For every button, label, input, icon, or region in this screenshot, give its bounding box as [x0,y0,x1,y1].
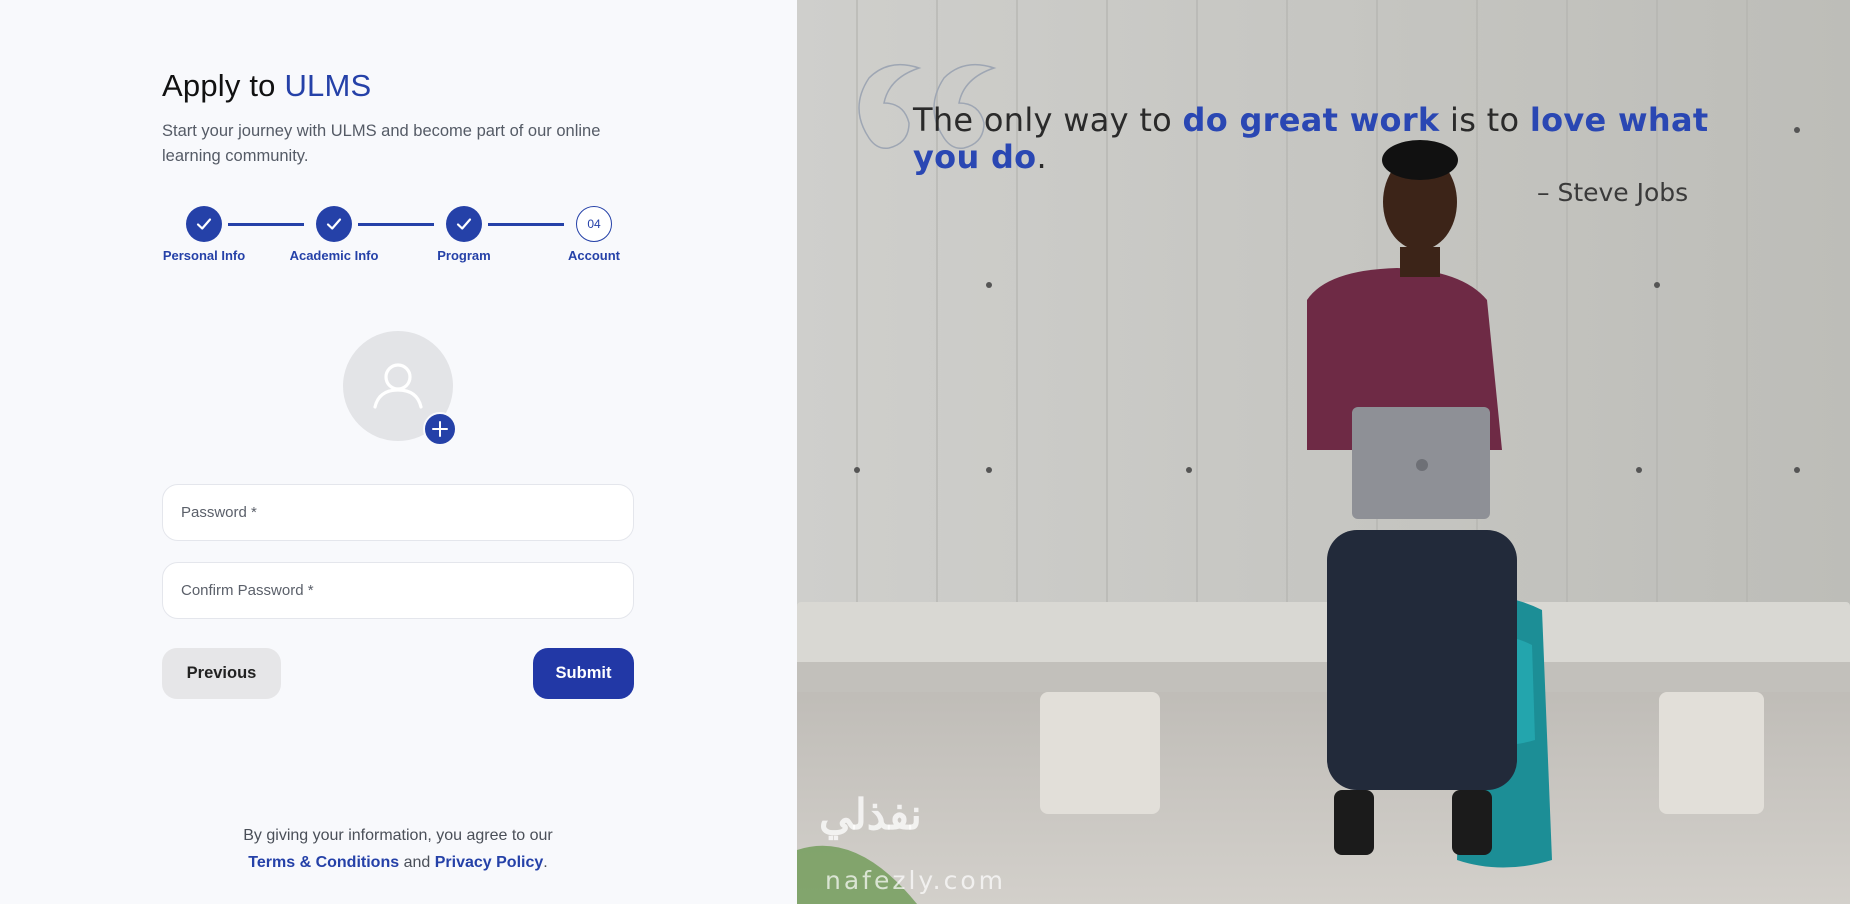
page-title: Apply to ULMS [162,68,371,104]
quote-emphasis-1: do great work [1182,101,1440,139]
consent-text: By giving your information, you agree to… [243,827,553,844]
application-panel: Apply to ULMS Start your journey with UL… [0,0,797,904]
title-prefix: Apply to [162,68,276,103]
hero-image-panel: The only way to do great work is to love… [797,0,1850,904]
hero-quote: The only way to do great work is to love… [913,102,1713,176]
confirm-password-field[interactable] [162,562,634,619]
step-label-personal-info: Personal Info [162,248,246,263]
progress-stepper: 04 Personal Info Academic Info Program A… [162,205,632,265]
watermark-url: nafezly.com [825,866,1006,895]
step-academic-info-check [316,206,352,242]
upload-photo-button[interactable] [423,412,457,446]
previous-button[interactable]: Previous [162,648,281,699]
title-brand: ULMS [284,68,372,103]
password-input[interactable] [181,504,615,521]
step-label-academic-info: Academic Info [289,248,379,263]
step-connector [228,223,304,226]
consent-footer: By giving your information, you agree to… [162,822,634,876]
quote-part-2: is to [1450,101,1520,139]
terms-link[interactable]: Terms & Conditions [248,854,399,871]
submit-button[interactable]: Submit [533,648,634,699]
step-program-check [446,206,482,242]
checkmark-icon [456,218,472,230]
step-label-account: Account [568,248,620,263]
page-subtitle: Start your journey with ULMS and become … [162,122,601,165]
consent-end: . [543,854,548,871]
and-text: and [403,854,431,871]
checkmark-icon [196,218,212,230]
checkmark-icon [326,218,342,230]
plus-icon [432,421,448,437]
password-field[interactable] [162,484,634,541]
confirm-password-input[interactable] [181,582,615,599]
quote-author: – Steve Jobs [1537,178,1689,207]
step-connector [488,223,564,226]
quote-end: . [1036,138,1047,176]
step-label-program: Program [437,248,491,263]
privacy-link[interactable]: Privacy Policy [435,854,544,871]
step-connector [358,223,434,226]
step-personal-info-check [186,206,222,242]
step-account-number: 04 [576,206,612,242]
quote-part-1: The only way to [913,101,1173,139]
user-icon [373,363,423,409]
watermark-logo: نفذلي [819,791,922,838]
